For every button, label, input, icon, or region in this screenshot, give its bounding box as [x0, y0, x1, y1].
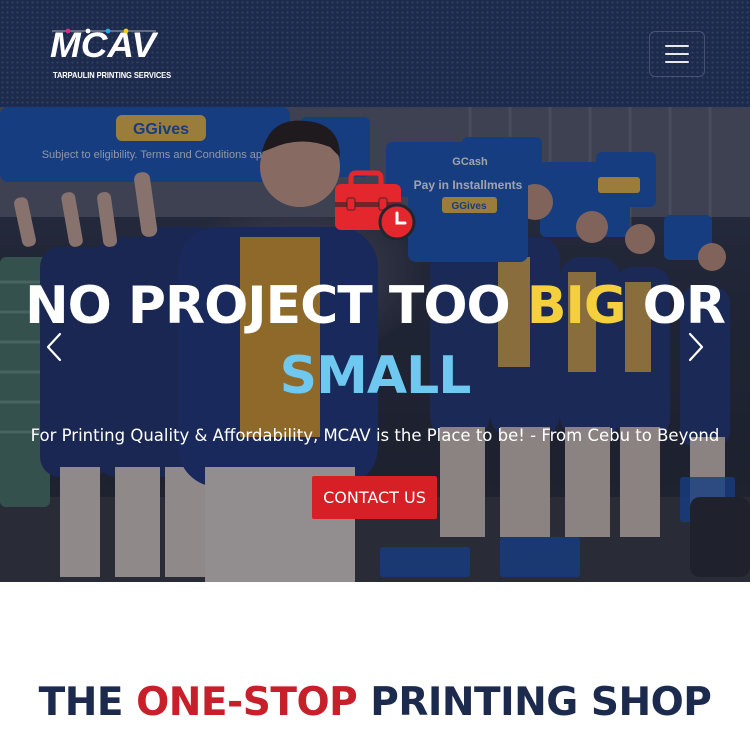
- hamburger-icon-bar: [665, 61, 689, 63]
- logo-tagline: TARPAULIN PRINTING SERVICES: [53, 71, 172, 80]
- hero-title-highlight: BIG: [526, 276, 627, 336]
- hero-carousel: GGives Subject to eligibility. Terms and…: [0, 107, 750, 582]
- hero-subtitle: For Printing Quality & Affordability, MC…: [30, 426, 720, 445]
- section-title-accent: ONE-STOP: [136, 680, 358, 725]
- menu-toggle-button[interactable]: [649, 31, 705, 77]
- hero-title-part1: NO PROJECT TOO: [25, 276, 527, 336]
- chevron-right-icon[interactable]: [686, 332, 706, 362]
- contact-us-button[interactable]: CONTACT US: [312, 476, 437, 519]
- hero-title: NO PROJECT TOO BIG OR: [0, 275, 750, 337]
- chevron-left-icon[interactable]: [44, 332, 64, 362]
- hero-title-part2: OR: [625, 276, 726, 336]
- mcav-logo[interactable]: MCAV TARPAULIN PRINTING SERVICES: [50, 28, 172, 84]
- hero-title-line2: SMALL: [279, 346, 472, 406]
- cmyk-dots: [52, 28, 156, 34]
- section-title-part2: PRINTING SHOP: [357, 680, 712, 725]
- site-header: MCAV TARPAULIN PRINTING SERVICES: [0, 0, 750, 107]
- section-title-part1: THE: [38, 680, 137, 725]
- briefcase-clock-icon: [335, 170, 416, 240]
- hamburger-icon-bar: [665, 53, 689, 55]
- hamburger-icon-bar: [665, 45, 689, 47]
- section-title: THE ONE-STOP PRINTING SHOP: [0, 680, 750, 725]
